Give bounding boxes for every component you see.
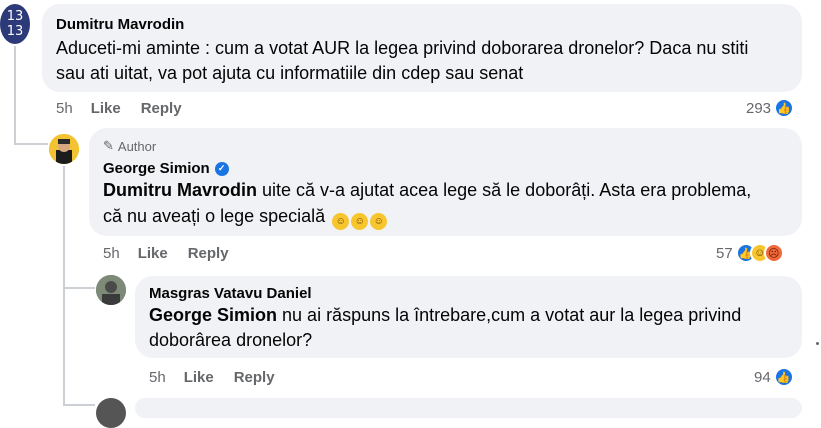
comment-text-line: că nu aveați o lege specială ☺ ☺ ☺ [103,203,388,230]
thread-line-second [63,166,65,288]
like-icon: 👍 [773,367,794,387]
comment-actions: 5h Like Reply [149,369,275,386]
reply-button[interactable]: Reply [188,245,229,262]
thread-line-branch-3 [63,404,95,406]
avatar[interactable]: 13 13 [0,4,30,44]
comment-time[interactable]: 5h [56,100,73,117]
avatar[interactable] [49,134,79,164]
thread-line-main [14,46,16,144]
verified-badge-icon: ✓ [214,161,229,176]
comment-bubble: Dumitru Mavrodin Aduceti-mi aminte : cum… [42,4,802,92]
comment-text-line: sau ati uitat, va pot ajuta cu informati… [56,63,524,83]
laughing-emoji-icon: ☺ [370,213,388,230]
avatar-image [49,134,79,164]
thread-line-branch [14,143,48,145]
reply-button[interactable]: Reply [141,100,182,117]
reaction-summary[interactable]: 293 👍 [746,98,795,118]
comment-author[interactable]: Masgras Vatavu Daniel [149,285,312,302]
reaction-count: 293 [746,99,772,117]
comment-text-line: doborârea dronelor? [149,330,313,350]
comment-time[interactable]: 5h [149,369,166,386]
avatar[interactable] [96,275,126,305]
comment-text: uite că v-a ajutat acea lege să le dobor… [257,180,752,200]
comment-bubble: Masgras Vatavu Daniel George Simion nu a… [135,276,802,358]
reaction-count: 94 [754,368,771,386]
dot-indicator [816,342,819,345]
avatar-text: 13 [6,24,24,39]
thread-line-third [63,288,65,405]
comment-actions: 5h Like Reply [56,100,182,117]
comment-author[interactable]: Dumitru Mavrodin [56,16,184,33]
pencil-icon: ✎ [103,138,114,153]
like-icon: 👍 [774,98,795,118]
laughing-emoji-icon: ☺ [332,213,350,230]
like-button[interactable]: Like [184,369,214,386]
mention-link[interactable]: Dumitru Mavrodin [103,180,257,200]
avatar-image [96,275,126,305]
comment-text-line: Dumitru Mavrodin uite că v-a ajutat acea… [103,177,751,203]
thread-line-branch-2 [63,287,95,289]
comment-text: nu ai răspuns la întrebare,cum a votat a… [277,305,742,325]
avatar[interactable] [96,398,126,428]
comment-text-line: Aduceti-mi aminte : cum a votat AUR la l… [56,38,749,58]
comment-bubble: ✎ Author George Simion ✓ Dumitru Mavrodi… [89,128,802,236]
comment-text-line: George Simion nu ai răspuns la întrebare… [149,302,741,328]
like-button[interactable]: Like [91,100,121,117]
laughing-emoji-icon: ☺ [351,213,369,230]
reaction-count: 57 [716,244,733,262]
author-badge-label: Author [117,138,157,154]
reaction-summary[interactable]: 57 👍 ☺ ☹ [716,243,784,263]
comment-actions: 5h Like Reply [103,245,229,262]
reply-button[interactable]: Reply [234,369,275,386]
comment-author[interactable]: George Simion [103,160,210,177]
author-badge: ✎ Author [103,138,156,154]
angry-icon: ☹ [763,243,784,263]
like-button[interactable]: Like [138,245,168,262]
comment-time[interactable]: 5h [103,245,120,262]
mention-link[interactable]: George Simion [149,305,277,325]
avatar-text: 13 [6,9,24,24]
comment-bubble [135,398,802,418]
comment-text: că nu aveați o lege specială [103,206,326,226]
reaction-summary[interactable]: 94 👍 [754,367,794,387]
